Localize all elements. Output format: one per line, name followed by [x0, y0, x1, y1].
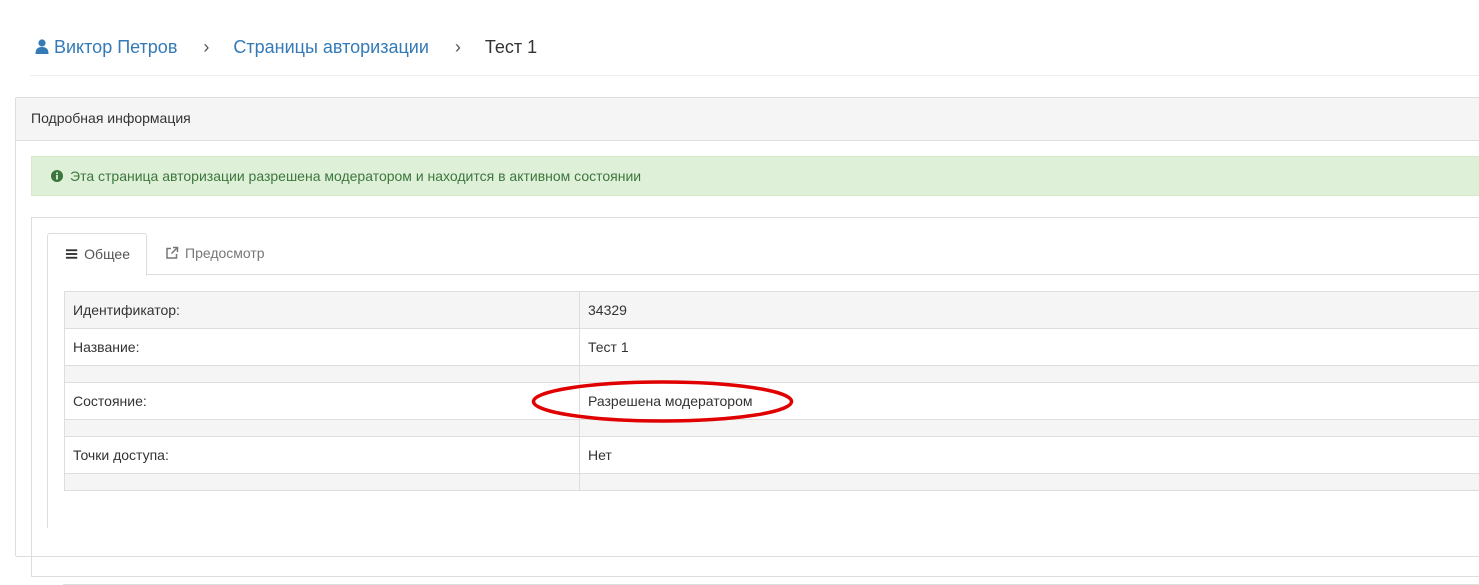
breadcrumb-separator: › [201, 37, 211, 57]
table-spacer [65, 366, 1479, 383]
breadcrumb-separator: › [453, 37, 463, 57]
breadcrumb-current: Тест 1 [485, 37, 537, 57]
tab-preview[interactable]: Предосмотр [147, 233, 281, 275]
table-spacer [65, 474, 1479, 491]
tab-general[interactable]: Общее [47, 233, 147, 276]
tab-general-label: Общее [84, 246, 130, 262]
breadcrumb: Виктор Петров › Страницы авторизации › Т… [30, 28, 1479, 76]
tab-preview-label: Предосмотр [185, 245, 265, 261]
table-row: Идентификатор: 34329 [65, 292, 1479, 329]
id-value: 34329 [580, 292, 1479, 329]
info-icon [51, 170, 63, 182]
name-label: Название: [65, 329, 580, 366]
state-value: Разрешена модератором [580, 383, 1479, 420]
panel-heading: Подробная информация [16, 98, 1479, 141]
table-row: Точки доступа: Нет [65, 437, 1479, 474]
table-spacer [65, 420, 1479, 437]
state-label: Состояние: [65, 383, 580, 420]
list-icon [65, 247, 78, 261]
alert-text: Эта страница авторизации разрешена модер… [70, 168, 641, 184]
breadcrumb-section-link[interactable]: Страницы авторизации [233, 37, 429, 57]
access-points-value: Нет [580, 437, 1479, 474]
breadcrumb-user-link[interactable]: Виктор Петров [54, 37, 177, 57]
table-row: Название: Тест 1 [65, 329, 1479, 366]
access-points-label: Точки доступа: [65, 437, 580, 474]
tab-bar: Общее Предосмотр [47, 233, 1479, 275]
table-row: Состояние: Разрешена модератором [65, 383, 1479, 420]
external-link-icon [165, 246, 179, 260]
id-label: Идентификатор: [65, 292, 580, 329]
tab-content-general: Идентификатор: 34329 Название: Тест 1 Со… [47, 275, 1479, 528]
tabs-container: Общее Предосмотр Идентификатор: 34329 На… [31, 217, 1479, 577]
details-panel: Подробная информация Эта страница автори… [15, 97, 1479, 557]
details-table: Идентификатор: 34329 Название: Тест 1 Со… [64, 291, 1479, 491]
name-value: Тест 1 [580, 329, 1479, 366]
status-alert: Эта страница авторизации разрешена модер… [31, 156, 1479, 196]
user-icon [35, 39, 49, 54]
